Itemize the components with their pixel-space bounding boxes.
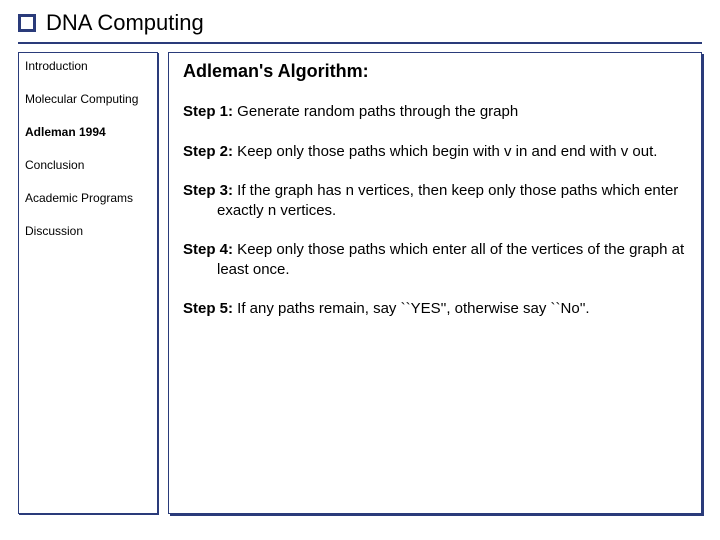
step-text: Keep only those paths which begin with v… bbox=[233, 143, 657, 160]
step-text: Generate random paths through the graph bbox=[233, 103, 518, 120]
step-label: Step 4: bbox=[183, 241, 233, 258]
title-underline bbox=[18, 42, 702, 44]
sidebar-item-introduction[interactable]: Introduction bbox=[25, 59, 151, 74]
body-row: Introduction Molecular Computing Adleman… bbox=[18, 48, 702, 518]
slide: DNA Computing Introduction Molecular Com… bbox=[0, 0, 720, 540]
sidebar-item-adleman-1994[interactable]: Adleman 1994 bbox=[25, 125, 151, 140]
content: Adleman's Algorithm: Step 1: Generate ra… bbox=[158, 48, 702, 518]
step-label: Step 2: bbox=[183, 143, 233, 160]
step-4: Step 4: Keep only those paths which ente… bbox=[183, 240, 687, 279]
sidebar-item-discussion[interactable]: Discussion bbox=[25, 224, 151, 239]
sidebar-box: Introduction Molecular Computing Adleman… bbox=[18, 52, 158, 514]
title-bullet-icon bbox=[18, 14, 36, 32]
step-text: If any paths remain, say ``YES'', otherw… bbox=[233, 300, 590, 317]
step-3: Step 3: If the graph has n vertices, the… bbox=[183, 181, 687, 220]
content-heading: Adleman's Algorithm: bbox=[183, 61, 687, 82]
step-label: Step 1: bbox=[183, 103, 233, 120]
content-box: Adleman's Algorithm: Step 1: Generate ra… bbox=[168, 52, 702, 514]
step-label: Step 3: bbox=[183, 182, 233, 199]
title-bar: DNA Computing bbox=[18, 10, 702, 36]
sidebar-item-academic-programs[interactable]: Academic Programs bbox=[25, 191, 151, 206]
step-2: Step 2: Keep only those paths which begi… bbox=[183, 142, 687, 162]
sidebar-item-molecular-computing[interactable]: Molecular Computing bbox=[25, 92, 151, 107]
step-text: If the graph has n vertices, then keep o… bbox=[217, 182, 678, 219]
page-title: DNA Computing bbox=[46, 10, 204, 36]
step-text: Keep only those paths which enter all of… bbox=[217, 241, 684, 278]
sidebar-item-conclusion[interactable]: Conclusion bbox=[25, 158, 151, 173]
step-5: Step 5: If any paths remain, say ``YES''… bbox=[183, 299, 687, 319]
step-label: Step 5: bbox=[183, 300, 233, 317]
sidebar: Introduction Molecular Computing Adleman… bbox=[18, 48, 158, 518]
step-1: Step 1: Generate random paths through th… bbox=[183, 102, 687, 122]
